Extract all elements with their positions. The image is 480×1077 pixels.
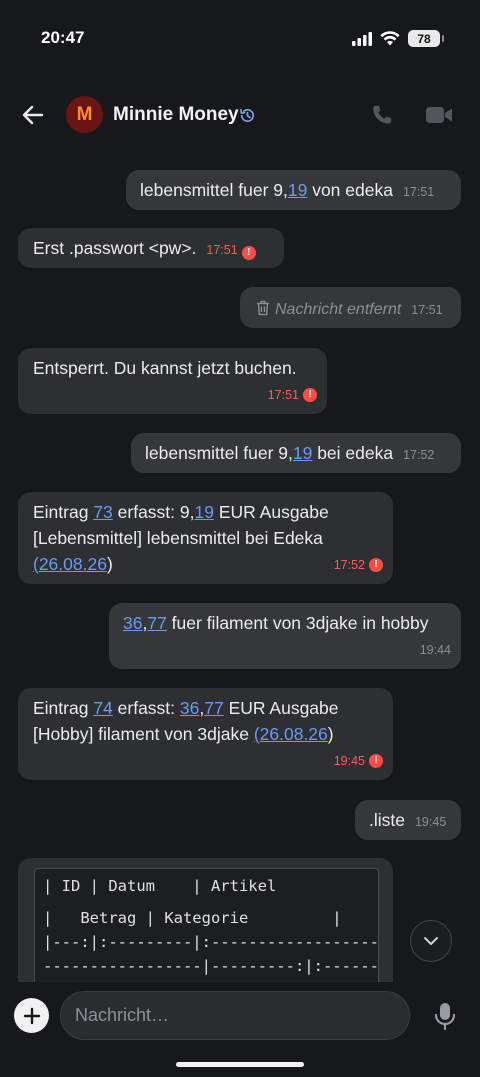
message-time: 19:45	[414, 815, 447, 829]
battery-indicator: 78	[408, 30, 444, 47]
message-bubble-incoming[interactable]: Eintrag 74 erfasst: 36,77 EUR Ausgabe [H…	[18, 688, 393, 780]
number-link[interactable]: 19	[194, 502, 213, 522]
add-attachment-button[interactable]	[14, 998, 49, 1033]
avatar[interactable]: M	[66, 96, 103, 133]
code-line: | Betrag | Kategorie |	[43, 909, 342, 927]
message-bubble-code[interactable]: | ID | Datum | Artikel | Betrag | Katego…	[18, 858, 393, 988]
message-time: 17:51	[267, 388, 299, 402]
message-meta: 19:44	[410, 637, 451, 663]
video-call-icon[interactable]	[425, 102, 453, 128]
message-time: 17:51	[402, 185, 435, 199]
code-line: | ID | Datum | Artikel	[43, 877, 277, 895]
plus-icon	[23, 1007, 40, 1024]
microphone-icon[interactable]	[432, 1002, 458, 1030]
error-icon[interactable]: !	[369, 754, 383, 768]
contact-name[interactable]: Minnie Money	[113, 104, 239, 126]
error-icon[interactable]: !	[369, 558, 383, 572]
message-meta: 17:51!	[258, 382, 317, 408]
number-link[interactable]: 19	[288, 180, 307, 200]
error-icon[interactable]: !	[241, 246, 256, 260]
message-text: lebensmittel fuer 9,19 bei edeka	[145, 443, 394, 463]
number-link[interactable]: 77	[147, 613, 166, 633]
entry-id-link[interactable]: 73	[93, 502, 112, 522]
home-indicator[interactable]	[176, 1062, 304, 1067]
number-link[interactable]: 36	[180, 698, 199, 718]
code-line: |---:|:---------|:------------------	[43, 933, 379, 951]
message-bubble-outgoing[interactable]: .liste 19:45	[355, 800, 461, 840]
error-icon[interactable]: !	[303, 388, 317, 402]
message-time: 17:52	[333, 558, 365, 572]
number-link[interactable]: 19	[293, 443, 312, 463]
number-link[interactable]: 77	[204, 698, 223, 718]
chevron-down-icon	[424, 937, 438, 945]
message-bubble-outgoing[interactable]: lebensmittel fuer 9,19 von edeka 17:51	[126, 170, 461, 210]
message-meta: 17:52!	[324, 552, 383, 578]
message-text: 36,77 fuer filament von 3djake in hobby	[123, 613, 429, 633]
message-bubble-incoming[interactable]: Eintrag 73 erfasst: 9,19 EUR Ausgabe [Le…	[18, 492, 393, 584]
message-time: 17:51	[411, 303, 443, 317]
avatar-letter: M	[76, 103, 93, 125]
trash-icon	[257, 300, 269, 316]
status-bar: 20:47 78	[0, 0, 480, 78]
message-time: 19:45	[333, 754, 365, 768]
message-input[interactable]	[60, 991, 410, 1040]
message-bubble-incoming[interactable]: Entsperrt. Du kannst jetzt buchen. 17:51…	[18, 348, 327, 414]
status-time: 20:47	[41, 28, 85, 47]
message-time: 17:52	[403, 448, 435, 462]
message-bubble-deleted[interactable]: Nachricht entfernt 17:51	[240, 287, 461, 328]
message-text: Erst .passwort <pw>.	[33, 238, 197, 258]
message-bubble-incoming[interactable]: Erst .passwort <pw>. 17:51!	[18, 228, 284, 268]
cellular-signal-icon	[352, 31, 372, 46]
message-time: 17:51	[206, 243, 238, 257]
entry-id-link[interactable]: 74	[93, 698, 112, 718]
wifi-icon	[380, 31, 400, 46]
message-text: Entsperrt. Du kannst jetzt buchen.	[33, 358, 297, 378]
back-arrow-icon[interactable]	[20, 102, 46, 128]
message-meta: 19:45!	[324, 748, 383, 774]
chat-header: M Minnie Money	[0, 88, 480, 140]
phone-call-icon[interactable]	[369, 102, 395, 128]
code-block[interactable]: | ID | Datum | Artikel | Betrag | Katego…	[34, 868, 379, 988]
number-link[interactable]: 36	[123, 613, 142, 633]
code-line: -----------------|---------:|:------	[43, 957, 379, 975]
deleted-message-text: Nachricht entfernt	[275, 301, 402, 318]
scroll-to-bottom-button[interactable]	[410, 920, 452, 962]
battery-level: 78	[417, 31, 431, 46]
message-bubble-outgoing[interactable]: lebensmittel fuer 9,19 bei edeka 17:52	[131, 433, 461, 473]
status-icons: 78	[352, 30, 444, 47]
date-link[interactable]: 26.08.26	[39, 554, 107, 574]
message-bubble-outgoing[interactable]: 36,77 fuer filament von 3djake in hobby …	[109, 603, 461, 669]
message-text: lebensmittel fuer 9,19 von edeka	[140, 180, 393, 200]
message-time: 19:44	[419, 643, 451, 657]
date-link[interactable]: 26.08.26	[260, 724, 328, 744]
message-text: .liste	[369, 810, 405, 830]
disappearing-timer-icon	[240, 108, 254, 122]
message-text: Eintrag 74 erfasst: 36,77 EUR Ausgabe [H…	[33, 698, 339, 744]
